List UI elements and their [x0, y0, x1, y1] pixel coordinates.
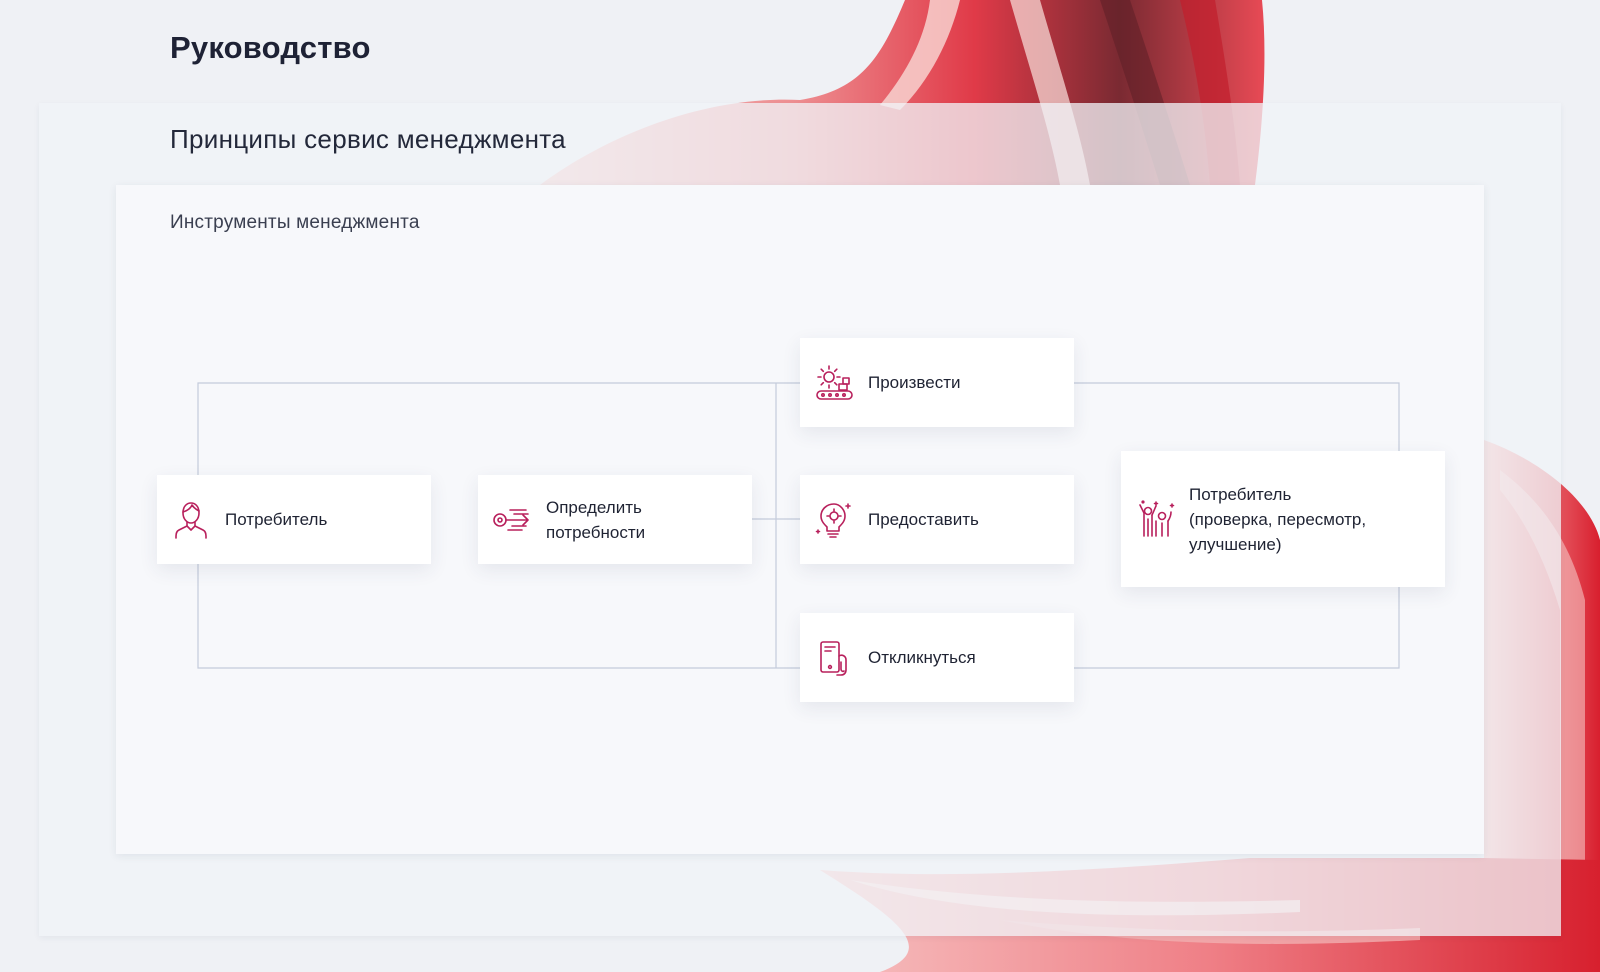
- node-provide[interactable]: Предоставить: [800, 475, 1074, 564]
- gear-conveyor-icon: [814, 363, 854, 403]
- node-define-needs[interactable]: Определить потребности: [478, 475, 752, 564]
- user-icon: [171, 500, 211, 540]
- node-consumer-review-label: Потребитель (проверка, пересмотр, улучше…: [1189, 484, 1367, 554]
- filter-arrow-icon: [492, 500, 532, 540]
- section-title: Принципы сервис менеджмента: [170, 124, 566, 154]
- node-consumer[interactable]: Потребитель: [157, 475, 431, 564]
- phone-hand-icon: [814, 638, 854, 678]
- page: Руководство Принципы сервис менеджмента …: [0, 0, 1600, 972]
- page-title: Руководство: [170, 30, 371, 65]
- node-consumer-label: Потребитель: [225, 510, 328, 529]
- node-respond[interactable]: Откликнуться: [800, 613, 1074, 702]
- node-produce[interactable]: Произвести: [800, 338, 1074, 427]
- node-produce-label: Произвести: [868, 373, 961, 392]
- node-respond-label: Откликнуться: [868, 648, 976, 667]
- node-define-needs-label: Определить потребности: [546, 497, 646, 542]
- node-provide-label: Предоставить: [868, 510, 979, 529]
- lightbulb-gear-icon: [814, 500, 854, 540]
- node-consumer-review[interactable]: Потребитель (проверка, пересмотр, улучше…: [1121, 451, 1445, 587]
- diagram-title: Инструменты менеджмента: [170, 212, 420, 233]
- people-celebrate-icon: [1135, 499, 1175, 539]
